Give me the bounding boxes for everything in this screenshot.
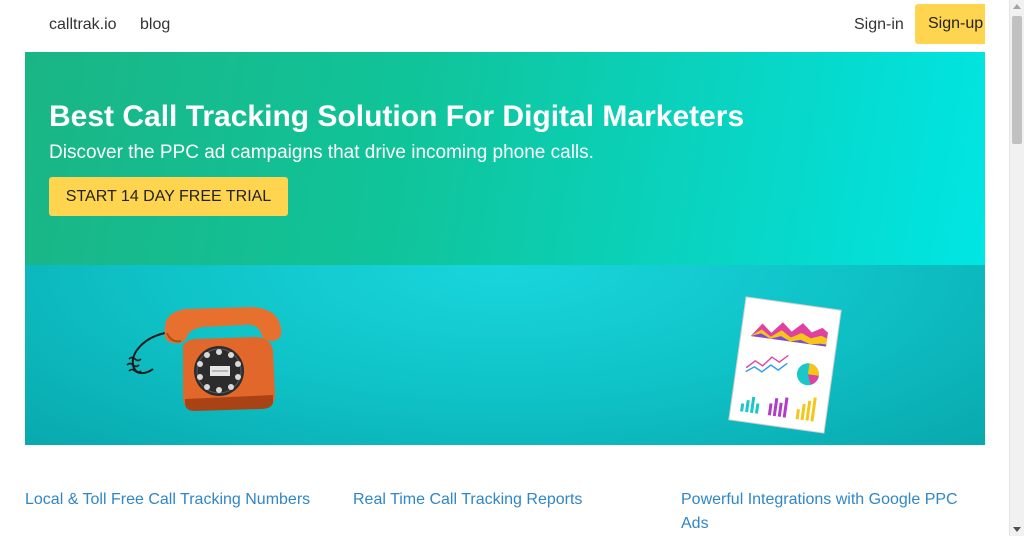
feature-link-google-integrations[interactable]: Powerful Integrations with Google PPC Ad… [681,488,971,536]
hero-subtitle: Discover the PPC ad campaigns that drive… [49,142,594,163]
feature-link-realtime-reports[interactable]: Real Time Call Tracking Reports [353,488,653,512]
signin-link[interactable]: Sign-in [854,16,904,34]
free-trial-button[interactable]: START 14 DAY FREE TRIAL [49,177,288,216]
signup-button[interactable]: Sign-up [915,4,985,44]
scroll-down-arrow-icon[interactable] [1013,527,1021,532]
hero-banner [25,265,985,445]
vertical-scrollbar[interactable] [1009,0,1024,536]
feature-link-tracking-numbers[interactable]: Local & Toll Free Call Tracking Numbers [25,488,325,512]
hero-section: Best Call Tracking Solution For Digital … [25,52,985,265]
top-navbar: calltrak.io blog Sign-in Sign-up [0,0,1009,52]
brand-logo-link[interactable]: calltrak.io [49,16,117,34]
nav-blog-link[interactable]: blog [140,16,170,34]
scroll-up-arrow-icon[interactable] [1013,4,1021,9]
chart-report-icon [728,296,842,434]
scroll-thumb[interactable] [1012,16,1022,144]
rotary-phone-icon [126,307,282,411]
hero-title: Best Call Tracking Solution For Digital … [49,100,745,133]
